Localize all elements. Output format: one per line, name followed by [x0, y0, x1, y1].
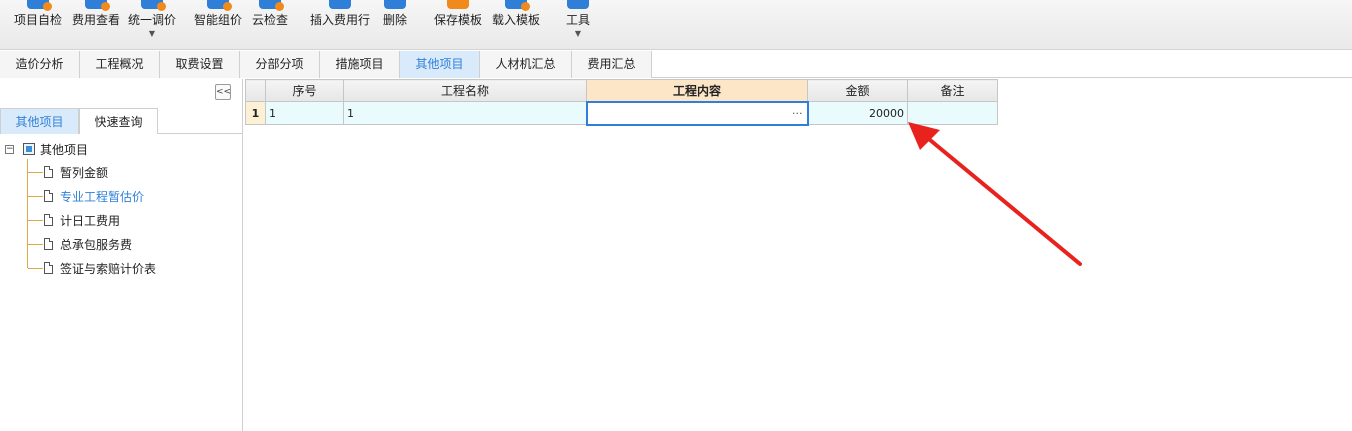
- tree-root[interactable]: − 其他项目: [5, 139, 88, 159]
- tools-icon: [567, 0, 589, 9]
- toolbar-label: 工具: [565, 13, 590, 27]
- check-icon: [27, 0, 52, 11]
- tab-measures[interactable]: 措施项目: [320, 51, 400, 78]
- folder-icon: [23, 143, 35, 155]
- save-template-button[interactable]: 保存模板: [430, 0, 486, 46]
- tab-project-overview[interactable]: 工程概况: [80, 51, 160, 78]
- toolbar-label: 项目自检: [13, 13, 62, 27]
- save-template-icon: [447, 0, 469, 9]
- chevron-down-icon[interactable]: ▼: [149, 30, 155, 38]
- tools-button[interactable]: 工具 ▼: [562, 0, 594, 46]
- load-template-button[interactable]: 载入模板: [488, 0, 544, 46]
- load-template-icon: [505, 0, 530, 11]
- tree-item-label: 专业工程暂估价: [60, 189, 145, 204]
- collapse-panel-button[interactable]: <<: [215, 84, 231, 100]
- toolbar-label: 统一调价: [127, 13, 176, 27]
- cell-name[interactable]: 1: [343, 101, 587, 125]
- fee-view-icon: [85, 0, 110, 11]
- subtab-quick-query[interactable]: 快速查询: [79, 108, 158, 134]
- tree-item-label: 暂列金额: [60, 165, 109, 180]
- toolbar-label: 保存模板: [433, 13, 482, 27]
- document-icon: [44, 238, 53, 250]
- other-items-grid: 序号 工程名称 工程内容 金额 备注 1 1 1 ··· 20000: [245, 79, 998, 126]
- left-subtabs: 其他项目 快速查询: [0, 108, 243, 134]
- tree-item-provisional-sum[interactable]: 暂列金额: [28, 162, 108, 182]
- document-icon: [44, 190, 53, 202]
- cloud-check-icon: [259, 0, 284, 11]
- tree-item-label: 总承包服务费: [60, 237, 133, 252]
- cloud-check-button[interactable]: 云检查: [248, 0, 292, 46]
- document-icon: [44, 166, 53, 178]
- tab-other-items[interactable]: 其他项目: [400, 51, 480, 78]
- corner-header: [245, 79, 266, 102]
- column-header-seq[interactable]: 序号: [265, 79, 344, 102]
- cell-amount[interactable]: 20000: [807, 101, 908, 125]
- tree-root-label: 其他项目: [40, 142, 89, 157]
- delete-icon: [384, 0, 406, 9]
- fee-view-button[interactable]: 费用查看: [68, 0, 124, 46]
- toolbar-label: 云检查: [251, 13, 288, 27]
- toolbar-label: 删除: [382, 13, 407, 27]
- toolbar: 项目自检 费用查看 统一调价 ▼ 智能组价 云检查 插入费用行 删除 保存模板 …: [0, 0, 1352, 50]
- tab-fee-settings[interactable]: 取费设置: [160, 51, 240, 78]
- tree-item-label: 签证与索赔计价表: [60, 261, 157, 276]
- tree-item-professional-provisional-price[interactable]: 专业工程暂估价: [28, 186, 144, 206]
- row-number[interactable]: 1: [245, 101, 266, 125]
- subtab-other-items[interactable]: 其他项目: [0, 108, 79, 134]
- tab-fee-summary[interactable]: 费用汇总: [572, 51, 652, 78]
- delete-button[interactable]: 删除: [378, 0, 412, 46]
- column-header-name[interactable]: 工程名称: [343, 79, 587, 102]
- tree-item-label: 计日工费用: [60, 213, 121, 228]
- document-icon: [44, 214, 53, 226]
- column-header-content[interactable]: 工程内容: [586, 79, 808, 102]
- toolbar-label: 智能组价: [193, 13, 242, 27]
- ellipsis-button[interactable]: ···: [792, 107, 803, 120]
- chevron-down-icon[interactable]: ▼: [575, 30, 581, 38]
- toolbar-label: 插入费用行: [309, 13, 370, 27]
- left-panel: << 其他项目 快速查询 − 其他项目 暂列金额 专业工程暂估价 计日工费用 总…: [0, 79, 243, 431]
- column-header-amount[interactable]: 金额: [807, 79, 908, 102]
- insert-fee-row-button[interactable]: 插入费用行: [306, 0, 374, 46]
- tree-item-visa-claims[interactable]: 签证与索赔计价表: [28, 258, 156, 278]
- annotation-arrow-icon: [908, 122, 1082, 266]
- table-row[interactable]: 1 1 1 ··· 20000: [245, 100, 998, 126]
- smart-price-icon: [207, 0, 232, 11]
- tree-item-daywork[interactable]: 计日工费用: [28, 210, 120, 230]
- insert-row-icon: [329, 0, 351, 9]
- unified-price-adjust-button[interactable]: 统一调价 ▼: [124, 0, 180, 46]
- cell-seq[interactable]: 1: [265, 101, 344, 125]
- project-self-check-button[interactable]: 项目自检: [10, 0, 66, 46]
- tree-item-general-contract-fee[interactable]: 总承包服务费: [28, 234, 132, 254]
- tab-labor-material-summary[interactable]: 人材机汇总: [480, 51, 572, 78]
- toolbar-label: 费用查看: [71, 13, 120, 27]
- cell-content-editor[interactable]: ···: [585, 100, 809, 126]
- toolbar-label: 载入模板: [491, 13, 540, 27]
- collapse-tree-icon[interactable]: −: [5, 144, 14, 154]
- adjust-price-icon: [141, 0, 166, 11]
- main-tabs: 造价分析 工程概况 取费设置 分部分项 措施项目 其他项目 人材机汇总 费用汇总: [0, 51, 1352, 78]
- document-icon: [44, 262, 53, 274]
- tab-sub-items[interactable]: 分部分项: [240, 51, 320, 78]
- tab-cost-analysis[interactable]: 造价分析: [0, 51, 80, 78]
- smart-pricing-button[interactable]: 智能组价: [190, 0, 246, 46]
- column-header-remark[interactable]: 备注: [907, 79, 998, 102]
